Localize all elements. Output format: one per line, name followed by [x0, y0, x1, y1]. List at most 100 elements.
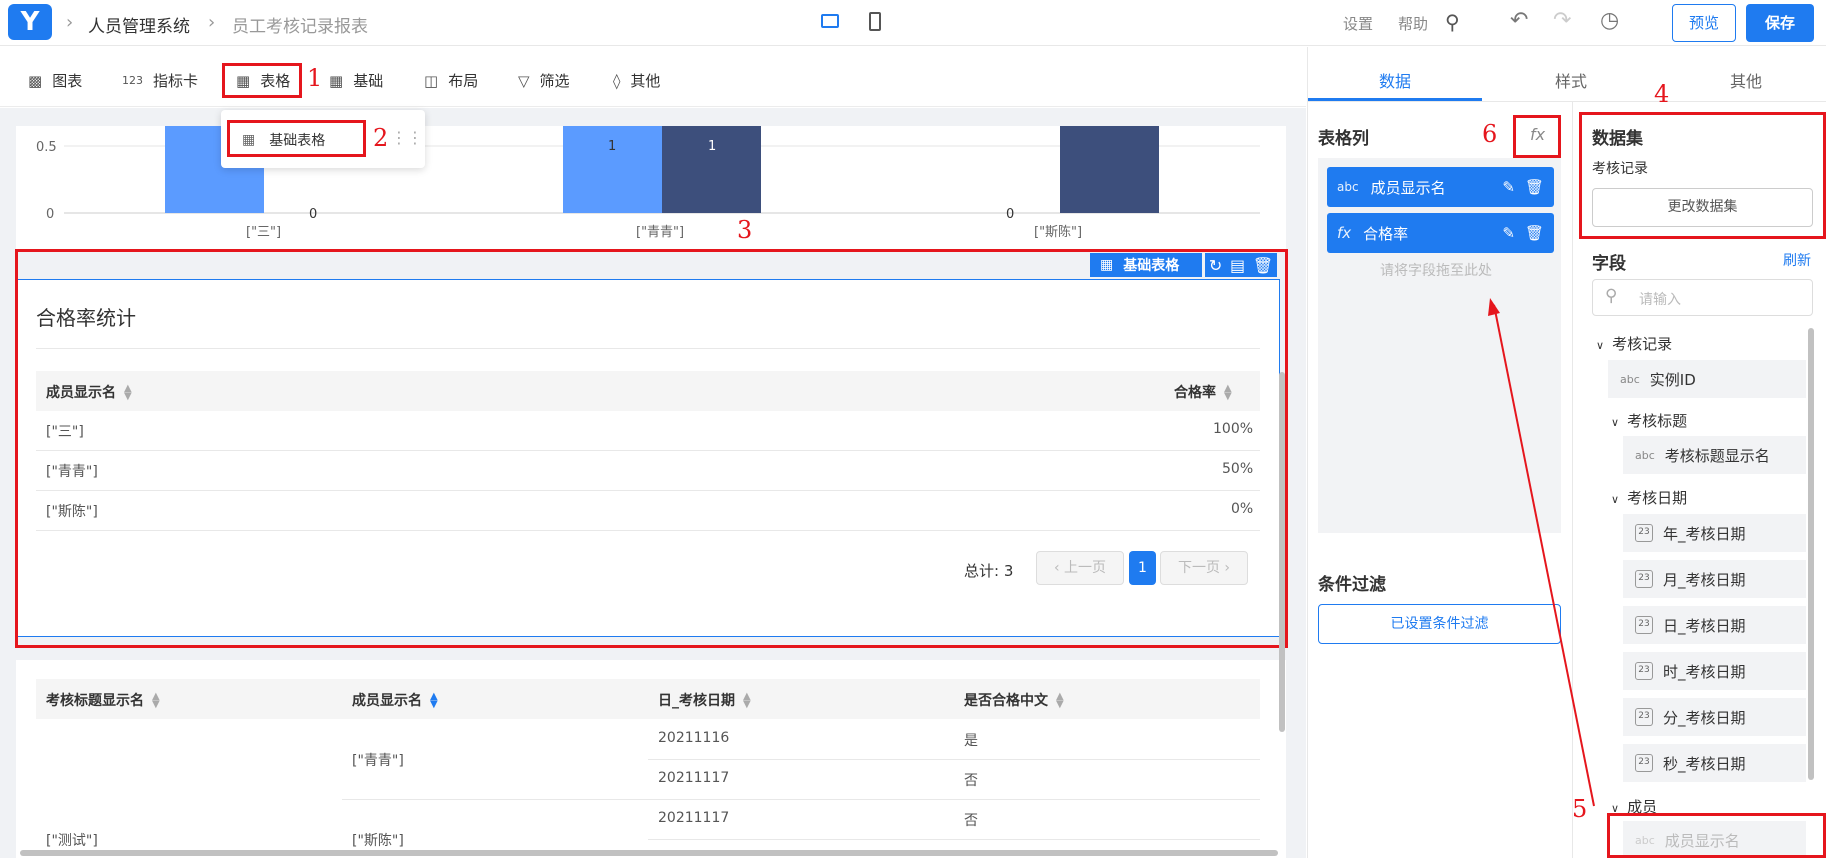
edit-icon[interactable]: ✎ [1502, 224, 1515, 242]
field-date-month[interactable]: 23 月_考核日期 [1623, 560, 1806, 598]
table-columns-title: 表格列 [1318, 129, 1369, 149]
text-type-icon: abc [1337, 180, 1359, 194]
refresh-link[interactable]: 刷新 [1783, 250, 1811, 270]
field-date-second[interactable]: 23 秒_考核日期 [1623, 744, 1806, 782]
chevron-down-icon: ∨ [1596, 339, 1605, 352]
fields-scrollbar[interactable] [1808, 328, 1814, 780]
column-header-member[interactable]: 成员显示名 ▲ ▼ [352, 690, 438, 710]
edit-icon[interactable]: ✎ [1502, 178, 1515, 196]
field-date-year[interactable]: 23 年_考核日期 [1623, 514, 1806, 552]
search-icon[interactable]: ⚲ [1445, 10, 1460, 34]
column-divider [1572, 102, 1573, 858]
column-item-member[interactable]: abc 成员显示名 ✎ 🗑 [1327, 167, 1554, 207]
tree-node-title[interactable]: ∨ 考核标题 [1611, 410, 1687, 431]
layout-icon: ◫ [424, 71, 439, 90]
preview-button[interactable]: 预览 [1672, 4, 1736, 42]
toolbar-item-filter[interactable]: ▽ 筛选 [518, 70, 570, 91]
toolbar-label: 基础 [353, 72, 384, 90]
sort-icon[interactable]: ▲ ▼ [152, 692, 160, 710]
grid-icon: ▦ [329, 71, 344, 90]
delete-icon[interactable]: 🗑 [1525, 178, 1544, 196]
dataset-name: 考核记录 [1592, 161, 1648, 177]
field-label: 日_考核日期 [1663, 616, 1746, 635]
annotation-box-2 [227, 120, 366, 157]
page-number-button[interactable]: 1 [1129, 551, 1156, 585]
toolbar-item-kpi[interactable]: 123 指标卡 [122, 70, 198, 91]
x-tick: ["斯陈"] [1034, 224, 1082, 240]
desktop-view-icon[interactable] [821, 14, 839, 28]
field-date-minute[interactable]: 23 分_考核日期 [1623, 698, 1806, 736]
save-button[interactable]: 保存 [1746, 4, 1814, 42]
annotation-number-6: 6 [1482, 120, 1498, 148]
toolbar-item-other[interactable]: ◊ 其他 [613, 70, 660, 91]
table-title: 合格率统计 [36, 306, 136, 330]
bar-chart: 0.5 0 0 1 1 0 ["三"] ["青青"] ["斯陈"] [36, 126, 1260, 240]
panel-divider [1307, 47, 1308, 858]
column-header-member[interactable]: 成员显示名 ▲ ▼ [46, 382, 132, 402]
breadcrumb-system[interactable]: 人员管理系统 [88, 12, 190, 37]
table-cell: 否 [964, 813, 978, 829]
table-cell: ["斯陈"] [46, 504, 98, 520]
tree-node-date[interactable]: ∨ 考核日期 [1611, 487, 1687, 508]
sort-icon[interactable]: ▲ ▼ [124, 384, 132, 402]
sort-icon[interactable]: ▲ ▼ [1224, 384, 1232, 402]
prev-page-button[interactable]: ‹ 上一页 [1036, 551, 1124, 585]
change-dataset-button[interactable]: 更改数据集 [1592, 188, 1813, 227]
chevron-right-icon: › [208, 12, 216, 33]
calendar-icon: 23 [1635, 708, 1653, 726]
tab-data[interactable]: 数据 [1379, 68, 1411, 92]
column-item-pass-rate[interactable]: fx 合格率 ✎ 🗑 [1327, 213, 1554, 253]
y-tick: 0 [46, 207, 54, 222]
column-header-title[interactable]: 考核标题显示名 ▲ ▼ [46, 690, 160, 710]
y-tick: 0.5 [36, 140, 57, 155]
header-label: 日_考核日期 [658, 693, 735, 709]
filter-title: 条件过滤 [1318, 575, 1386, 595]
chevron-right-icon: › [1219, 560, 1231, 576]
toolbar-item-chart[interactable]: ▩ 图表 [28, 70, 82, 91]
field-search-input[interactable]: ⚲ 请输入 [1592, 279, 1813, 316]
drop-hint: 请将字段拖至此处 [1380, 263, 1492, 279]
canvas-scrollbar[interactable] [1279, 372, 1285, 732]
column-header-date[interactable]: 日_考核日期 ▲ ▼ [658, 690, 751, 710]
next-label: 下一页 [1177, 560, 1220, 576]
row-divider [648, 839, 1260, 840]
settings-link[interactable]: 设置 [1343, 13, 1373, 34]
tab-other[interactable]: 其他 [1730, 68, 1762, 92]
tab-style[interactable]: 样式 [1555, 68, 1587, 92]
layers-icon: ◊ [613, 71, 621, 90]
table-cell: 0% [1231, 501, 1254, 517]
field-date-hour[interactable]: 23 时_考核日期 [1623, 652, 1806, 690]
horizontal-scrollbar[interactable] [20, 850, 1278, 856]
next-page-button[interactable]: 下一页 › [1160, 551, 1248, 585]
table-header-row [36, 679, 1260, 719]
drag-handle-icon[interactable]: ⋮⋮ [391, 128, 423, 147]
field-title-display[interactable]: abc 考核标题显示名 [1623, 436, 1806, 474]
tree-node-records[interactable]: ∨ 考核记录 [1596, 333, 1672, 354]
toolbar-item-layout[interactable]: ◫ 布局 [424, 70, 478, 91]
filter-button[interactable]: 已设置条件过滤 [1318, 604, 1561, 644]
field-date-day[interactable]: 23 日_考核日期 [1623, 606, 1806, 644]
app-logo[interactable]: Y [8, 4, 52, 40]
table-cell: 20211117 [658, 810, 730, 826]
prev-label: 上一页 [1064, 560, 1107, 576]
toolbar-item-basic[interactable]: ▦ 基础 [329, 70, 383, 91]
table-cell: 20211117 [658, 770, 730, 786]
sort-icon[interactable]: ▲ ▼ [1056, 692, 1064, 710]
calendar-icon: 23 [1635, 570, 1653, 588]
column-header-pass[interactable]: 是否合格中文 ▲ ▼ [964, 690, 1064, 710]
field-instance-id[interactable]: abc 实例ID [1608, 360, 1806, 398]
column-header-pass-rate[interactable]: 合格率 ▲ ▼ [1174, 382, 1232, 402]
toolbar-label: 指标卡 [153, 72, 199, 90]
redo-icon[interactable]: ↷ [1553, 8, 1571, 33]
table-cell: 20211116 [658, 730, 730, 746]
delete-icon[interactable]: 🗑 [1525, 224, 1544, 242]
field-label: 月_考核日期 [1663, 570, 1746, 589]
sort-icon[interactable]: ▲ ▼ [743, 692, 751, 710]
help-link[interactable]: 帮助 [1398, 13, 1428, 34]
table-cell: 否 [964, 773, 978, 789]
sort-icon[interactable]: ▲ ▼ [430, 692, 438, 710]
undo-icon[interactable]: ↶ [1510, 8, 1528, 33]
mobile-view-icon[interactable] [869, 12, 881, 31]
history-icon[interactable]: ◷ [1600, 8, 1619, 33]
filter-icon: ▽ [518, 71, 530, 90]
